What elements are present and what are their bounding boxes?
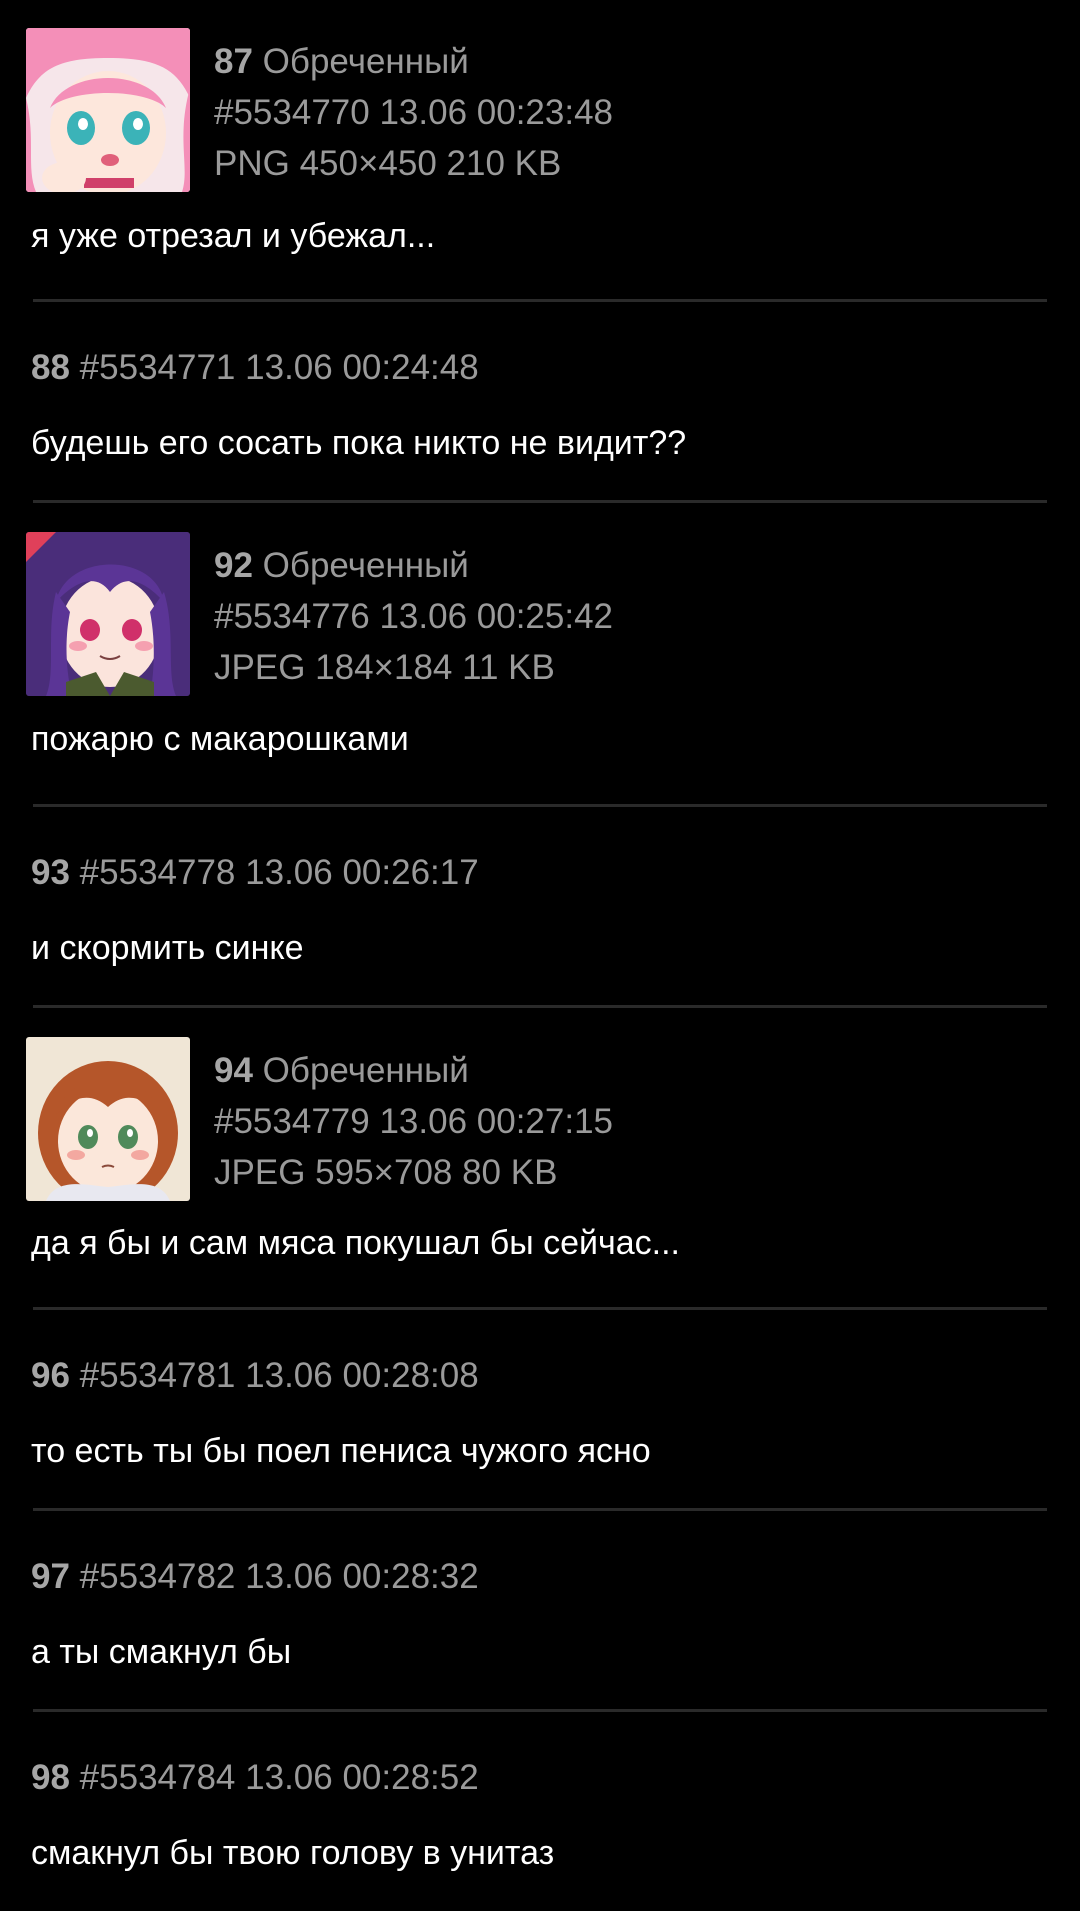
post-text: а ты смакнул бы [31,1633,292,1671]
post-title-line: 92 Обреченный [214,540,613,591]
post-id[interactable]: #5534778 [80,853,236,892]
post-number[interactable]: 87 [214,42,253,81]
post-number[interactable]: 97 [31,1557,70,1596]
post-header: 93 #5534778 13.06 00:26:17 [0,807,1080,898]
post-header: 98 #5534784 13.06 00:28:52 [0,1712,1080,1803]
post-header: 92 Обреченный #5534776 13.06 00:25:42 JP… [0,503,1080,696]
file-info: JPEG 184×184 11 KB [214,648,555,687]
post-thumbnail[interactable] [26,532,190,696]
poster-name: Обреченный [262,1051,469,1090]
post-meta: 94 Обреченный #5534779 13.06 00:27:15 JP… [214,1045,613,1198]
anime-girl-pink-hair-thumbnail [26,28,190,192]
post-number[interactable]: 98 [31,1758,70,1797]
post-id[interactable]: #5534781 [80,1356,236,1395]
post-id-line: #5534779 13.06 00:27:15 [214,1096,613,1147]
post-number[interactable]: 92 [214,546,253,585]
post-id[interactable]: #5534782 [80,1557,236,1596]
post-id[interactable]: #5534771 [80,348,236,387]
post: 96 #5534781 13.06 00:28:08 то есть ты бы… [0,1310,1080,1511]
post-id-line: #5534776 13.06 00:25:42 [214,591,613,642]
post-header: 94 Обреченный #5534779 13.06 00:27:15 JP… [0,1008,1080,1201]
post-number[interactable]: 94 [214,1051,253,1090]
post-id[interactable]: #5534770 [214,93,370,132]
post-id[interactable]: #5534779 [214,1102,370,1141]
anime-girl-brown-hair-thumbnail [26,1037,190,1201]
file-info: PNG 450×450 210 KB [214,144,562,183]
post: 92 Обреченный #5534776 13.06 00:25:42 JP… [0,503,1080,807]
post: 87 Обреченный #5534770 13.06 00:23:48 PN… [0,0,1080,302]
post-text: будешь его сосать пока никто не видит?? [31,424,687,462]
poster-name: Обреченный [262,546,469,585]
file-info: JPEG 595×708 80 KB [214,1153,558,1192]
post-title-line: 94 Обреченный [214,1045,613,1096]
post-text: смакнул бы твою голову в унитаз [31,1834,555,1872]
post-id[interactable]: #5534776 [214,597,370,636]
post-datetime: 13.06 00:28:52 [245,1758,479,1797]
post-header: 96 #5534781 13.06 00:28:08 [0,1310,1080,1401]
post-meta: 87 Обреченный #5534770 13.06 00:23:48 PN… [214,36,613,189]
anime-girl-purple-hair-thumbnail [26,532,190,696]
post-number[interactable]: 96 [31,1356,70,1395]
post: 93 #5534778 13.06 00:26:17 и скормить си… [0,807,1080,1008]
post-datetime: 13.06 00:26:17 [245,853,479,892]
post-text: я уже отрезал и убежал... [31,217,436,255]
post-text: пожарю с макарошками [31,720,409,758]
post-id[interactable]: #5534784 [80,1758,236,1797]
post-thumbnail[interactable] [26,1037,190,1201]
post-header: 88 #5534771 13.06 00:24:48 [0,302,1080,393]
post-header: 97 #5534782 13.06 00:28:32 [0,1511,1080,1602]
post-datetime: 13.06 00:24:48 [245,348,479,387]
poster-name: Обреченный [262,42,469,81]
post-title-line: 87 Обреченный [214,36,613,87]
post: 88 #5534771 13.06 00:24:48 будешь его со… [0,302,1080,503]
post-datetime: 13.06 00:28:32 [245,1557,479,1596]
post-text: то есть ты бы поел пениса чужого ясно [31,1432,651,1470]
post-meta: 92 Обреченный #5534776 13.06 00:25:42 JP… [214,540,613,693]
post-thumbnail[interactable] [26,28,190,192]
post-number[interactable]: 93 [31,853,70,892]
post-text: и скормить синке [31,929,304,967]
post-header: 87 Обреченный #5534770 13.06 00:23:48 PN… [0,0,1080,192]
post-datetime: 13.06 00:25:42 [379,597,614,636]
post-datetime: 13.06 00:23:48 [379,93,614,132]
post-datetime: 13.06 00:27:15 [379,1102,614,1141]
post: 98 #5534784 13.06 00:28:52 смакнул бы тв… [0,1712,1080,1910]
post-datetime: 13.06 00:28:08 [245,1356,479,1395]
post: 97 #5534782 13.06 00:28:32 а ты смакнул … [0,1511,1080,1712]
post-text: да я бы и сам мяса покушал бы сейчас... [31,1224,680,1262]
post: 94 Обреченный #5534779 13.06 00:27:15 JP… [0,1008,1080,1310]
post-id-line: #5534770 13.06 00:23:48 [214,87,613,138]
post-number[interactable]: 88 [31,348,70,387]
